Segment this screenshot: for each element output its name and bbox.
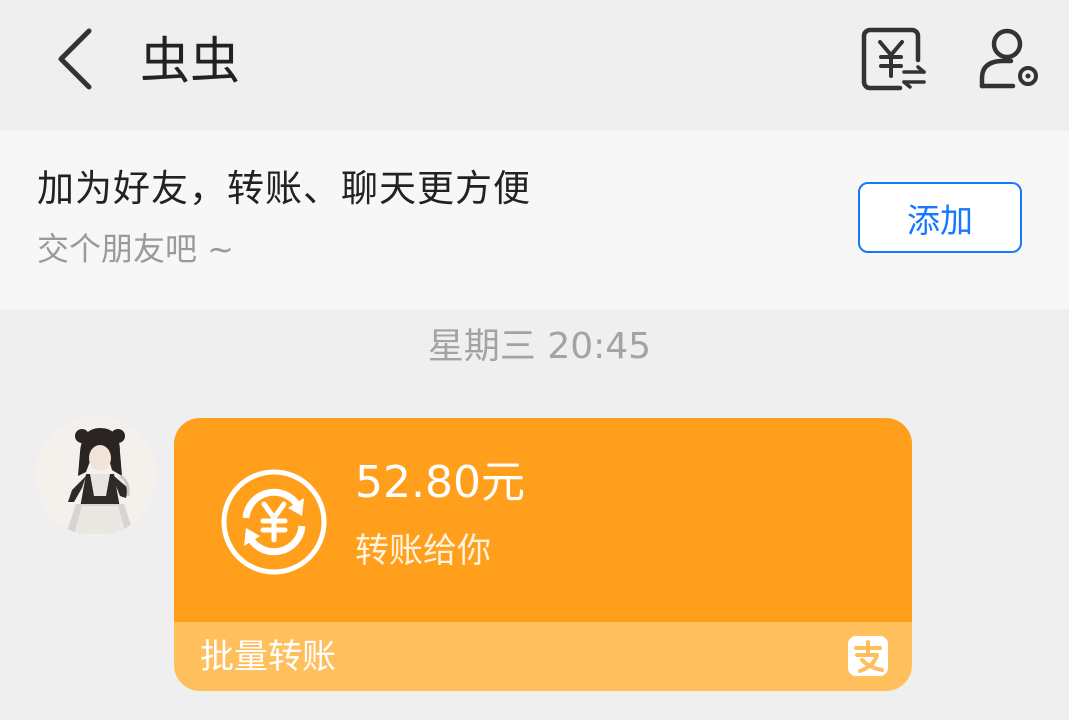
transfer-card-body: 52.80元 转账给你 bbox=[174, 418, 912, 622]
transfer-message-card[interactable]: 52.80元 转账给你 批量转账 bbox=[174, 418, 912, 691]
profile-button[interactable] bbox=[975, 24, 1045, 94]
transfer-description: 转账给你 bbox=[355, 531, 491, 571]
top-navigation-bar: 虫虫 bbox=[0, 0, 1069, 130]
chevron-left-icon bbox=[58, 28, 92, 90]
transfer-amount: 52.80元 bbox=[355, 457, 525, 508]
banner-subtitle: 交个朋友吧 ~ bbox=[37, 230, 234, 268]
yuan-coin-refresh-icon bbox=[221, 469, 327, 575]
add-friend-banner: 加为好友，转账、聊天更方便 交个朋友吧 ~ 添加 bbox=[0, 131, 1069, 309]
avatar[interactable] bbox=[36, 416, 156, 536]
transfer-card-footer: 批量转账 bbox=[174, 622, 912, 691]
yuan-transfer-icon bbox=[861, 27, 926, 91]
message-timestamp: 星期三 20:45 bbox=[427, 326, 652, 367]
chat-title: 虫虫 bbox=[140, 32, 240, 90]
back-button[interactable] bbox=[40, 22, 110, 96]
batch-transfer-label: 批量转账 bbox=[200, 637, 336, 677]
avatar-illustration bbox=[36, 416, 156, 536]
add-friend-button[interactable]: 添加 bbox=[858, 182, 1022, 253]
alipay-icon bbox=[848, 636, 888, 676]
chat-page: 虫虫 加为好友，转账、聊天更方便 交个朋友吧 ~ 添加 星期三 20:45 52… bbox=[0, 0, 1069, 720]
transfer-button[interactable] bbox=[858, 24, 928, 94]
user-settings-icon bbox=[979, 28, 1038, 89]
banner-title: 加为好友，转账、聊天更方便 bbox=[37, 167, 531, 210]
